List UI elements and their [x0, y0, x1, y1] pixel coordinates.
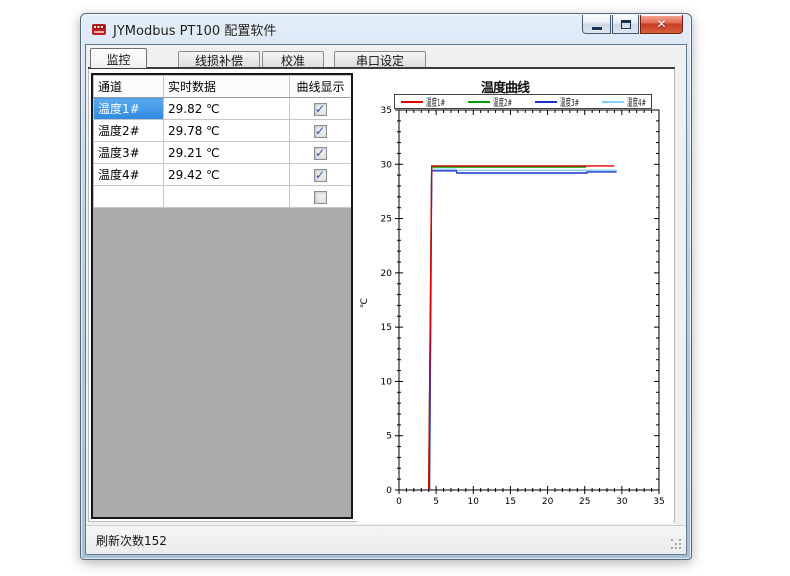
chart-canvas: 0 5 10 15 20 25 30 35 0 5 10 15 20 25 30 35 ℃ [357, 69, 673, 524]
temperature-chart: 温度曲线 温度1# 温度2# 温度3# [357, 69, 673, 524]
channel-table: 通道 实时数据 曲线显示 温度1# 29.82 ℃ 温度2# 29.78 ℃ [93, 75, 352, 208]
close-icon: ✕ [656, 18, 666, 30]
refresh-count-text: 刷新次数152 [96, 532, 167, 549]
tab-separator [88, 67, 675, 69]
svg-text:10: 10 [468, 497, 480, 507]
maximize-icon [621, 20, 631, 29]
svg-text:25: 25 [381, 215, 392, 225]
svg-text:0: 0 [386, 486, 392, 496]
table-row: 温度4# 29.42 ℃ [94, 164, 352, 186]
app-window: JYModbus PT100 配置软件 ✕ 监控 线损补偿 校准 串口设定 [80, 13, 692, 560]
maximize-button[interactable] [612, 15, 639, 34]
svg-text:15: 15 [505, 497, 516, 507]
svg-text:5: 5 [386, 432, 392, 442]
tab-calibration[interactable]: 校准 [262, 51, 324, 68]
window-body: 监控 线损补偿 校准 串口设定 通道 实时数据 曲线显示 温度1# 29.8 [85, 44, 687, 555]
value-cell[interactable]: 29.42 ℃ [164, 164, 290, 186]
app-icon [91, 21, 107, 37]
tab-line-loss-compensation[interactable]: 线损补偿 [178, 51, 260, 68]
svg-text:30: 30 [381, 160, 393, 170]
tab-serial-settings[interactable]: 串口设定 [334, 51, 426, 68]
channel-cell[interactable]: 温度2# [94, 120, 164, 142]
table-row: 温度1# 29.82 ℃ [94, 98, 352, 120]
header-channel[interactable]: 通道 [94, 76, 164, 98]
svg-text:5: 5 [433, 497, 439, 507]
svg-text:20: 20 [542, 497, 554, 507]
caption-buttons: ✕ [581, 15, 683, 34]
window-title: JYModbus PT100 配置软件 [113, 20, 276, 39]
curve-checkbox[interactable] [314, 103, 327, 116]
value-cell[interactable]: 29.82 ℃ [164, 98, 290, 120]
svg-text:℃: ℃ [360, 298, 370, 308]
tab-monitor[interactable]: 监控 [90, 48, 147, 68]
header-curve-display[interactable]: 曲线显示 [290, 76, 352, 98]
channel-grid: 通道 实时数据 曲线显示 温度1# 29.82 ℃ 温度2# 29.78 ℃ [91, 73, 353, 519]
minimize-button[interactable] [582, 15, 611, 34]
svg-text:10: 10 [381, 377, 393, 387]
table-row: 温度3# 29.21 ℃ [94, 142, 352, 164]
curve-checkbox[interactable] [314, 191, 327, 204]
channel-cell[interactable] [94, 186, 164, 208]
channel-cell[interactable]: 温度4# [94, 164, 164, 186]
curve-checkbox[interactable] [314, 169, 327, 182]
svg-text:35: 35 [653, 497, 664, 507]
value-cell[interactable]: 29.21 ℃ [164, 142, 290, 164]
tab-strip: 监控 线损补偿 校准 串口设定 [86, 48, 686, 68]
table-row: 温度2# 29.78 ℃ [94, 120, 352, 142]
tab-monitor-label: 监控 [106, 51, 130, 68]
minimize-icon [592, 27, 602, 30]
svg-text:0: 0 [396, 497, 402, 507]
svg-text:30: 30 [616, 497, 628, 507]
tab-page-monitor: 通道 实时数据 曲线显示 温度1# 29.82 ℃ 温度2# 29.78 ℃ [88, 69, 675, 522]
status-bar: 刷新次数152 [86, 525, 686, 554]
curve-checkbox[interactable] [314, 147, 327, 160]
header-realtime-data[interactable]: 实时数据 [164, 76, 290, 98]
svg-text:20: 20 [381, 269, 393, 279]
close-button[interactable]: ✕ [640, 15, 683, 34]
value-cell[interactable]: 29.78 ℃ [164, 120, 290, 142]
svg-text:35: 35 [381, 106, 392, 116]
svg-text:15: 15 [381, 323, 392, 333]
value-cell[interactable] [164, 186, 290, 208]
table-header-row: 通道 实时数据 曲线显示 [94, 76, 352, 98]
channel-cell[interactable]: 温度3# [94, 142, 164, 164]
resize-grip-icon[interactable] [671, 539, 683, 551]
channel-cell[interactable]: 温度1# [94, 98, 164, 120]
svg-text:25: 25 [579, 497, 590, 507]
curve-checkbox[interactable] [314, 125, 327, 138]
table-row-empty [94, 186, 352, 208]
